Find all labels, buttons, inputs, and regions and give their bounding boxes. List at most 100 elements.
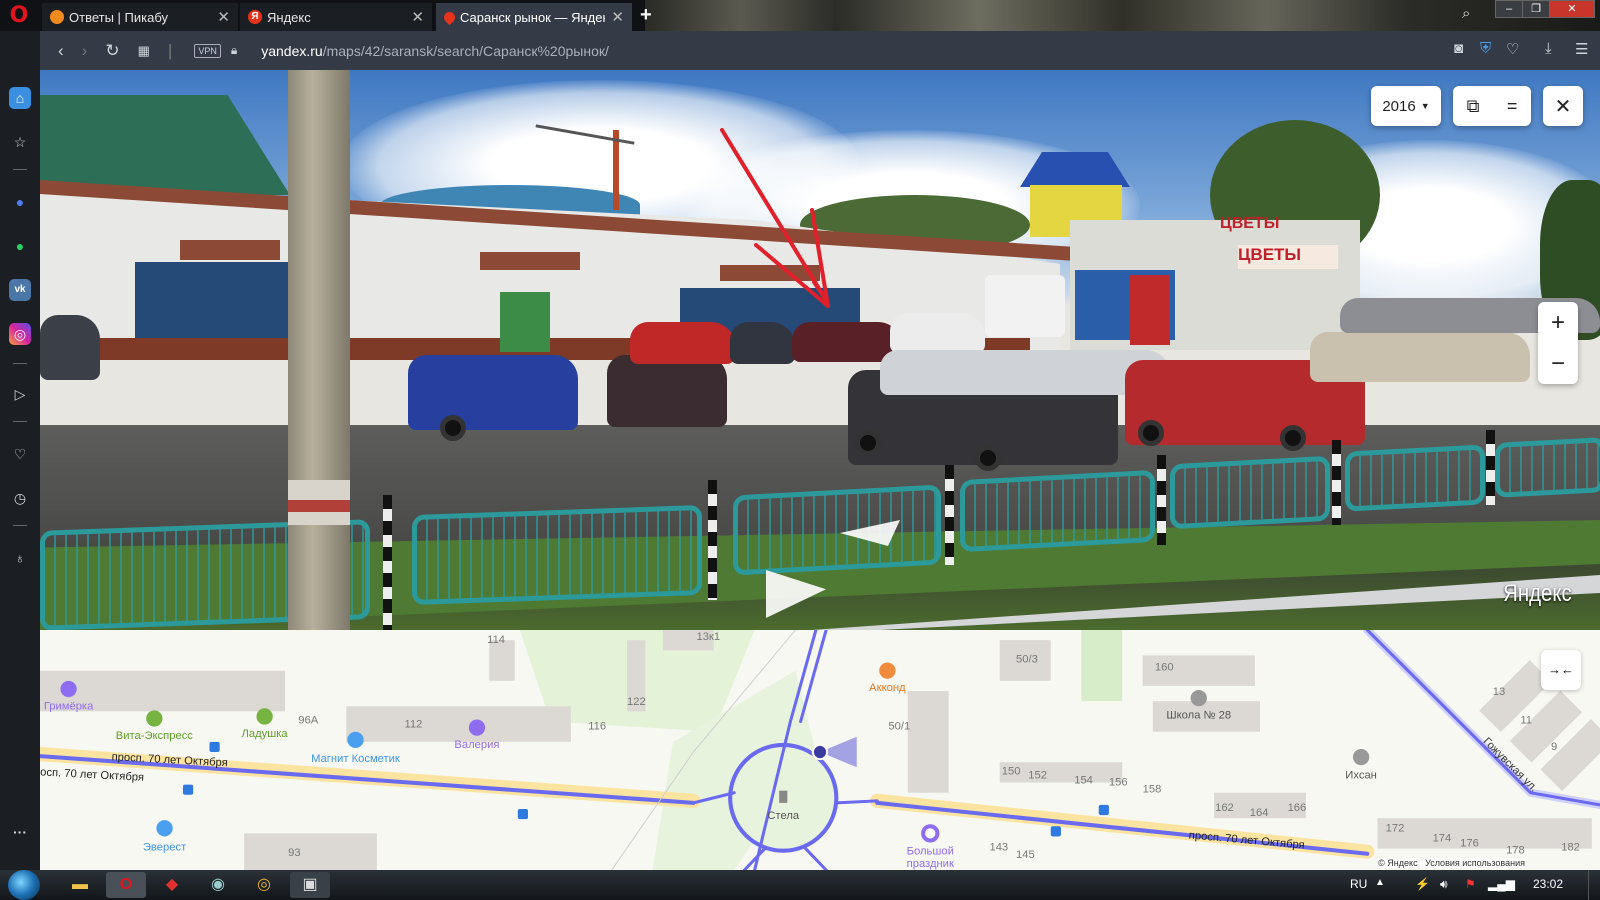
- maximize-button[interactable]: ❐: [1522, 0, 1550, 18]
- app-icon[interactable]: ◉: [198, 872, 238, 898]
- whatsapp-icon[interactable]: ●: [9, 235, 31, 257]
- reload-icon[interactable]: ↻: [105, 41, 119, 61]
- current-position-marker[interactable]: [811, 743, 829, 761]
- poi-label[interactable]: Стела: [767, 810, 800, 822]
- building: [489, 640, 515, 681]
- network-signal-icon[interactable]: ▂▄▆: [1488, 877, 1515, 891]
- heart-icon[interactable]: ♡: [1506, 40, 1519, 58]
- home-icon[interactable]: ⌂: [9, 87, 31, 109]
- shopping-bag-poi-icon[interactable]: [347, 731, 364, 748]
- school-poi-icon[interactable]: [1190, 690, 1207, 707]
- tab-yandex-maps[interactable]: Саранск рынок — Яндекс.Карты ✕: [436, 3, 632, 31]
- close-tab-icon[interactable]: ✕: [611, 8, 624, 26]
- house-number: 152: [1028, 769, 1047, 781]
- more-icon[interactable]: ···: [9, 821, 31, 843]
- chrome-icon[interactable]: ◎: [244, 872, 284, 898]
- party-store-poi-icon[interactable]: [921, 824, 940, 843]
- opera-menu-icon[interactable]: O: [8, 4, 30, 28]
- vk-icon[interactable]: vk: [9, 279, 31, 301]
- close-tab-icon[interactable]: ✕: [411, 8, 424, 26]
- minimize-button[interactable]: –: [1495, 0, 1523, 18]
- poi-label[interactable]: Школа № 28: [1166, 709, 1231, 721]
- forward-icon[interactable]: ›: [82, 41, 88, 61]
- zoom-in-button[interactable]: +: [1538, 302, 1578, 343]
- lightbulb-icon[interactable]: ♁: [9, 547, 31, 569]
- house-number: 178: [1506, 845, 1525, 857]
- player-icon[interactable]: ▷: [9, 383, 31, 405]
- mosque-poi-icon[interactable]: [1352, 748, 1370, 766]
- copyright-link[interactable]: © Яндекс: [1378, 858, 1417, 868]
- address-bar: ‹ › ↻ ▦ | VPN 🔒︎ yandex.ru/maps/42/saran…: [40, 31, 1600, 70]
- show-desktop-button[interactable]: [1588, 870, 1600, 900]
- red-arrow: [754, 243, 830, 308]
- tab-pikabu[interactable]: Ответы | Пикабу ✕: [42, 3, 238, 31]
- speed-dial-icon[interactable]: ▦: [138, 43, 150, 59]
- scissors-poi-icon[interactable]: [60, 680, 77, 698]
- poi-label[interactable]: Эверест: [143, 842, 186, 854]
- tab-yandex[interactable]: Я Яндекс ✕: [240, 3, 432, 31]
- start-button[interactable]: [8, 870, 40, 900]
- poi-label[interactable]: праздник: [907, 858, 954, 870]
- lock-icon[interactable]: 🔒︎: [231, 43, 237, 58]
- scissors-poi-icon[interactable]: [468, 719, 486, 736]
- zoom-out-button[interactable]: −: [1538, 343, 1578, 384]
- terms-link[interactable]: Условия использования: [1425, 858, 1525, 868]
- open-external-icon[interactable]: ⧉: [1467, 96, 1480, 117]
- house-number: 156: [1109, 777, 1128, 789]
- adblock-shield-icon[interactable]: ⛨: [1480, 40, 1491, 57]
- store-poi-icon[interactable]: [879, 662, 896, 679]
- vpn-badge[interactable]: VPN: [194, 43, 221, 58]
- power-icon[interactable]: ⚡: [1415, 877, 1430, 891]
- poi-label[interactable]: Вита-Экспресс: [116, 730, 194, 742]
- messenger-icon[interactable]: ●: [9, 191, 31, 213]
- opera-taskbar-icon[interactable]: O: [106, 872, 146, 898]
- poi-label[interactable]: Большой: [907, 846, 954, 858]
- my-flow-heart-icon[interactable]: ♡: [9, 443, 31, 465]
- volume-icon[interactable]: 🔊︎: [1440, 877, 1448, 892]
- bus-stop-icon[interactable]: [517, 808, 529, 820]
- tab-search-icon[interactable]: ⌕: [1462, 5, 1470, 22]
- app-icon[interactable]: ◆: [152, 872, 192, 898]
- bus-stop-icon[interactable]: [1050, 826, 1061, 837]
- camera-icon[interactable]: ◙: [1454, 40, 1463, 57]
- language-indicator[interactable]: RU: [1350, 877, 1367, 891]
- mini-map[interactable]: Гримёрка Вита-Экспресс Ладушка Магнит Ко…: [40, 630, 1600, 870]
- house-number: 11: [1520, 715, 1532, 727]
- house-number: 150: [1002, 765, 1021, 777]
- url-field[interactable]: yandex.ru/maps/42/saransk/search/Саранск…: [261, 43, 609, 59]
- poi-label[interactable]: Магнит Косметик: [311, 753, 400, 765]
- shopping-bag-poi-icon[interactable]: [156, 820, 173, 837]
- close-panorama-button[interactable]: ✕: [1543, 86, 1583, 126]
- tray-expand-icon[interactable]: ▲: [1375, 877, 1385, 888]
- clock[interactable]: 23:02: [1533, 877, 1563, 891]
- new-tab-button[interactable]: +: [640, 4, 652, 27]
- back-icon[interactable]: ‹: [58, 41, 64, 61]
- instagram-icon[interactable]: ◎: [9, 323, 31, 345]
- action-center-flag-icon[interactable]: ⚑: [1465, 877, 1476, 891]
- bus-stop-icon[interactable]: [1098, 804, 1109, 816]
- download-icon[interactable]: ⤓: [1545, 40, 1552, 57]
- pharmacy-poi-icon[interactable]: [256, 708, 273, 725]
- poi-label[interactable]: Валерия: [454, 739, 499, 751]
- split-view-icon[interactable]: =: [1507, 96, 1518, 117]
- easy-setup-icon[interactable]: ☰: [1575, 40, 1588, 58]
- collapse-map-button[interactable]: →←: [1541, 650, 1581, 690]
- app-icon[interactable]: ▣: [290, 872, 330, 898]
- year-select[interactable]: 2016 ▼: [1371, 86, 1441, 126]
- history-clock-icon[interactable]: ◷: [9, 487, 31, 509]
- poi-label[interactable]: Ладушка: [242, 728, 289, 740]
- poi-label[interactable]: Гримёрка: [44, 700, 94, 712]
- bus-stop-icon[interactable]: [182, 784, 194, 795]
- close-tab-icon[interactable]: ✕: [217, 8, 230, 26]
- explorer-icon[interactable]: ▬: [60, 872, 100, 898]
- divider: [13, 363, 27, 364]
- pharmacy-poi-icon[interactable]: [146, 710, 163, 727]
- close-window-button[interactable]: ✕: [1549, 0, 1595, 18]
- bookmarks-star-icon[interactable]: ☆: [9, 131, 31, 153]
- divider: [13, 169, 27, 170]
- poi-label[interactable]: Ихсан: [1345, 769, 1377, 781]
- house-number: 158: [1143, 784, 1162, 796]
- street-panorama[interactable]: ЦВЕТЫ ЦВЕТЫ 2016 ▼ ⧉ = ✕ + − Яндекс: [40, 70, 1600, 630]
- poi-label[interactable]: Акконд: [869, 682, 906, 694]
- bus-stop-icon[interactable]: [209, 741, 220, 753]
